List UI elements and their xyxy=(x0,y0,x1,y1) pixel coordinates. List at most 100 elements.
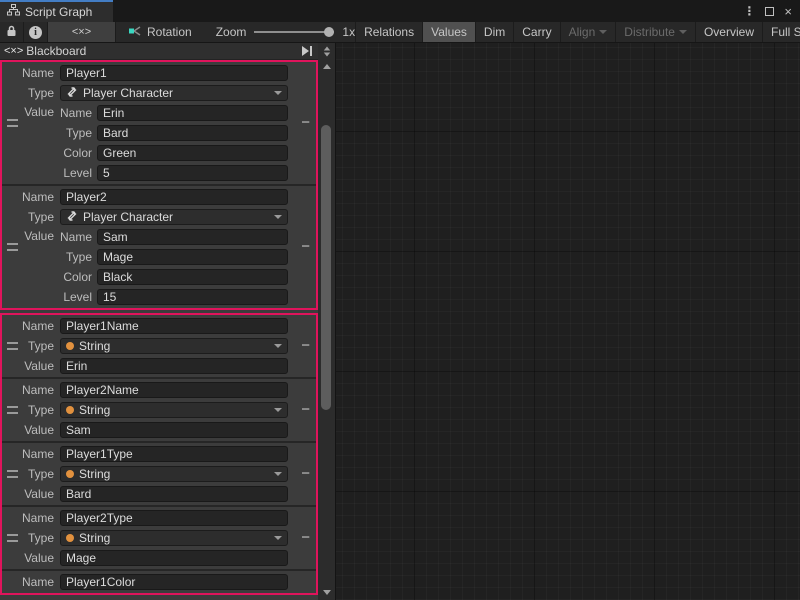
variable-value-field[interactable]: Mage xyxy=(60,550,288,566)
chevron-down-icon xyxy=(274,472,282,476)
relations-button[interactable]: Relations xyxy=(355,22,422,42)
arrow-up-icon xyxy=(323,64,331,69)
variable-type-dropdown[interactable]: String xyxy=(60,402,288,418)
value-name-field[interactable]: Sam xyxy=(97,229,288,245)
blackboard-toggle-button[interactable]: <×> xyxy=(48,22,116,42)
name-label: Name xyxy=(60,230,97,244)
string-type-icon xyxy=(66,342,74,350)
drag-handle[interactable] xyxy=(7,342,18,350)
value-level-field[interactable]: 5 xyxy=(97,165,288,181)
spinner-up-icon xyxy=(323,47,329,51)
value-name-field[interactable]: Erin xyxy=(97,105,288,121)
scroll-spinner[interactable] xyxy=(318,45,335,58)
align-dropdown[interactable]: Align xyxy=(560,22,616,42)
collapse-panel-icon[interactable] xyxy=(302,46,312,56)
zoom-label: Zoom xyxy=(216,25,247,39)
variable-player1name: − Name Player1Name Type String Value Eri… xyxy=(2,315,316,377)
value-color-field[interactable]: Green xyxy=(97,145,288,161)
graph-canvas[interactable] xyxy=(335,43,800,600)
name-label: Name xyxy=(2,383,60,397)
variable-value-field[interactable]: Erin xyxy=(60,358,288,374)
remove-variable-button[interactable]: − xyxy=(301,469,310,479)
drag-handle[interactable] xyxy=(7,119,18,127)
toolbar-left-group: i <×> Rotation Zoom 1x xyxy=(0,22,355,42)
blackboard-title: Blackboard xyxy=(26,44,302,58)
value-label: Value xyxy=(2,359,60,373)
remove-variable-button[interactable]: − xyxy=(301,405,310,415)
zoom-value: 1x xyxy=(342,25,355,39)
variables-icon: <×> xyxy=(4,45,23,57)
distribute-dropdown[interactable]: Distribute xyxy=(615,22,695,42)
variable-type-dropdown[interactable]: Player Character xyxy=(60,209,288,225)
zoom-control: Zoom 1x xyxy=(202,22,355,42)
tab-label: Script Graph xyxy=(25,5,92,19)
chevron-down-icon xyxy=(679,30,687,34)
value-type-field[interactable]: Bard xyxy=(97,125,288,141)
graph-toolbar: i <×> Rotation Zoom 1x xyxy=(0,22,800,43)
value-type-field[interactable]: Mage xyxy=(97,249,288,265)
maximize-icon[interactable] xyxy=(765,7,774,16)
variable-type-dropdown[interactable]: String xyxy=(60,338,288,354)
close-icon[interactable]: × xyxy=(784,4,792,19)
name-label: Name xyxy=(2,511,60,525)
variable-value-field[interactable]: Bard xyxy=(60,486,288,502)
spinner-down-icon xyxy=(323,53,329,57)
lock-button[interactable] xyxy=(0,22,24,42)
rotation-control[interactable]: Rotation xyxy=(116,22,202,42)
script-graph-window: Script Graph ⋮ × i <×> xyxy=(0,0,800,600)
variable-player2name: − Name Player2Name Type String Value Sam xyxy=(2,379,316,441)
value-label: Value xyxy=(2,423,60,437)
string-type-icon xyxy=(66,470,74,478)
string-type-icon xyxy=(66,534,74,542)
variable-player1type: − Name Player1Type Type String Value Bar… xyxy=(2,443,316,505)
variable-value-field[interactable]: Sam xyxy=(60,422,288,438)
lock-icon xyxy=(6,25,17,40)
remove-variable-button[interactable]: − xyxy=(301,242,310,252)
graph-icon xyxy=(7,3,20,21)
drag-handle[interactable] xyxy=(7,243,18,251)
variable-name-field[interactable]: Player2Name xyxy=(60,382,288,398)
zoom-slider[interactable] xyxy=(254,31,334,33)
type-label: Type xyxy=(2,86,60,100)
window-menu-icon[interactable]: ⋮ xyxy=(743,4,755,18)
drag-handle[interactable] xyxy=(7,406,18,414)
value-level-field[interactable]: 15 xyxy=(97,289,288,305)
variable-name-field[interactable]: Player2 xyxy=(60,189,288,205)
scroll-down-button[interactable] xyxy=(318,590,335,595)
value-color-field[interactable]: Black xyxy=(97,269,288,285)
variable-name-field[interactable]: Player1 xyxy=(60,65,288,81)
chevron-down-icon xyxy=(274,91,282,95)
values-button[interactable]: Values xyxy=(422,22,475,42)
remove-variable-button[interactable]: − xyxy=(301,533,310,543)
value-label: Value xyxy=(2,551,60,565)
remove-variable-button[interactable]: − xyxy=(301,118,310,128)
fullscreen-button[interactable]: Full Screen xyxy=(762,22,800,42)
tab-bar: Script Graph ⋮ × xyxy=(0,0,800,22)
variable-name-field[interactable]: Player2Type xyxy=(60,510,288,526)
carry-button[interactable]: Carry xyxy=(513,22,559,42)
player-character-icon xyxy=(66,210,78,225)
scroll-up-button[interactable] xyxy=(318,64,335,69)
variable-type-dropdown[interactable]: String xyxy=(60,466,288,482)
zoom-slider-handle[interactable] xyxy=(324,27,334,37)
overview-button[interactable]: Overview xyxy=(695,22,762,42)
variable-player2: − Name Player2 Type Player Cha xyxy=(2,186,316,308)
variable-name-field[interactable]: Player1Name xyxy=(60,318,288,334)
tab-script-graph[interactable]: Script Graph xyxy=(0,0,113,22)
variable-type-dropdown[interactable]: Player Character xyxy=(60,85,288,101)
dim-button[interactable]: Dim xyxy=(475,22,513,42)
name-label: Name xyxy=(2,447,60,461)
variable-name-field[interactable]: Player1Color xyxy=(60,574,288,590)
inspect-button[interactable]: i xyxy=(24,22,48,42)
variable-name-field[interactable]: Player1Type xyxy=(60,446,288,462)
blackboard-panel: <×> Blackboard − Name Player1 Type xyxy=(0,43,318,600)
name-label: Name xyxy=(2,66,60,80)
variable-type-dropdown[interactable]: String xyxy=(60,530,288,546)
drag-handle[interactable] xyxy=(7,470,18,478)
variables-icon: <×> xyxy=(72,26,91,38)
blackboard-scrollbar xyxy=(318,43,335,600)
drag-handle[interactable] xyxy=(7,534,18,542)
remove-variable-button[interactable]: − xyxy=(301,341,310,351)
scrollbar-thumb[interactable] xyxy=(321,125,331,410)
level-label: Level xyxy=(60,290,97,304)
